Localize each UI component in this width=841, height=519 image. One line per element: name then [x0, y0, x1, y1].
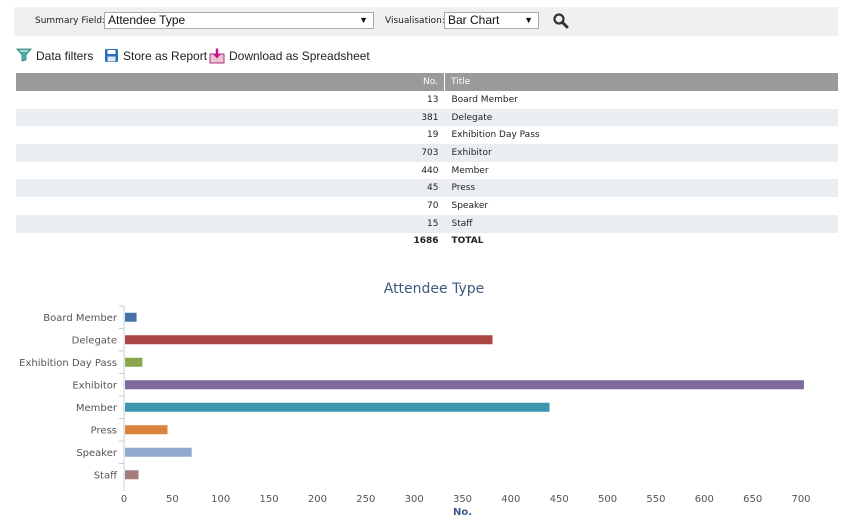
x-tick-label: 50: [166, 494, 179, 505]
total-label: TOTAL: [451, 236, 484, 247]
bar-member: [125, 402, 550, 412]
data-filters-label: Data filters: [36, 49, 94, 63]
x-tick-label: 600: [695, 494, 714, 505]
row-count: 381: [16, 108, 445, 127]
row-title: Exhibitor: [444, 144, 838, 162]
row-count: 19: [427, 130, 439, 141]
row-title: Exhibition Day Pass: [451, 130, 540, 141]
visualisation-value: Bar Chart: [448, 13, 500, 27]
row-count: 703: [16, 144, 445, 162]
bar-speaker: [125, 447, 192, 457]
attendee-type-bar-chart: Attendee Type Board Member Delegate Exhibit…: [19, 281, 810, 518]
chevron-down-icon: ▼: [524, 15, 533, 25]
x-tick-label: 300: [405, 494, 424, 505]
summary-controls-bar: Summary Field: Attendee Type ▼ Visualisa…: [14, 7, 838, 36]
x-tick-label: 350: [453, 494, 472, 505]
chevron-down-icon: ▼: [359, 15, 368, 25]
row-title: Board Member: [451, 94, 518, 105]
table-row: 45 Press: [16, 179, 838, 198]
row-title: Staff: [444, 214, 838, 233]
x-tick-label: 250: [356, 494, 375, 505]
table-total-row: 1686 TOTAL: [16, 233, 838, 251]
search-icon[interactable]: [552, 12, 570, 30]
x-tick-label: 100: [211, 494, 230, 505]
table-row: 13 Board Member: [16, 91, 838, 109]
row-title: Speaker: [451, 200, 489, 211]
y-tick-label: Board Member: [43, 313, 118, 324]
x-tick-label: 550: [646, 494, 665, 505]
row-title: Delegate: [444, 108, 838, 127]
table-row: 381 Delegate: [16, 108, 838, 127]
bar-press: [125, 425, 168, 435]
x-tick-label: 700: [791, 494, 810, 505]
x-tick-label: 0: [121, 494, 127, 505]
x-tick-label: 450: [550, 494, 569, 505]
table-row: 19 Exhibition Day Pass: [16, 126, 838, 144]
summary-field-select[interactable]: Attendee Type ▼: [104, 12, 374, 29]
x-tick-label: 650: [743, 494, 762, 505]
summary-field-label: Summary Field:: [35, 16, 106, 26]
summary-table: No. Title 13 Board Member 381 Delegate 19 E…: [16, 73, 838, 250]
y-tick-label: Speaker: [76, 448, 118, 459]
y-tick-label: Exhibitor: [72, 380, 118, 391]
bar-staff: [125, 470, 139, 480]
download-icon: [209, 48, 225, 64]
row-count: 45: [16, 179, 445, 198]
table-header-row: No. Title: [16, 73, 838, 91]
y-tick-label: Exhibition Day Pass: [19, 358, 117, 369]
row-count: 70: [427, 200, 439, 211]
visualisation-label: Visualisation:: [385, 16, 445, 26]
row-count: 440: [421, 165, 439, 176]
x-tick-label: 500: [598, 494, 617, 505]
table-row: 440 Member: [16, 162, 838, 180]
save-icon: [105, 49, 118, 62]
x-tick-label: 200: [308, 494, 327, 505]
table-row: 703 Exhibitor: [16, 144, 838, 162]
bar-exhibitor: [125, 380, 804, 390]
bar-board-member: [125, 312, 137, 322]
chart-title: Attendee Type: [384, 281, 485, 297]
total-count: 1686: [413, 236, 439, 247]
y-tick-label: Member: [76, 403, 118, 414]
table-row: 15 Staff: [16, 214, 838, 233]
y-tick-label: Staff: [94, 470, 118, 481]
x-axis-label: No.: [453, 507, 472, 518]
visualisation-select[interactable]: Bar Chart ▼: [444, 12, 539, 29]
y-tick-label: Press: [91, 425, 117, 436]
x-tick-label: 400: [501, 494, 520, 505]
bar-exhibition-day-pass: [125, 357, 143, 367]
row-title: Member: [451, 165, 489, 176]
x-tick-label: 150: [260, 494, 279, 505]
download-spreadsheet-label: Download as Spreadsheet: [229, 49, 370, 63]
store-report-label: Store as Report: [123, 49, 208, 63]
row-count: 15: [16, 214, 445, 233]
table-row: 70 Speaker: [16, 197, 838, 215]
column-header-no[interactable]: No.: [16, 73, 445, 91]
row-title: Press: [444, 179, 838, 198]
column-header-title[interactable]: Title: [444, 73, 838, 91]
summary-field-value: Attendee Type: [108, 13, 186, 27]
row-count: 13: [427, 94, 439, 105]
filter-icon: [16, 48, 32, 62]
bar-delegate: [125, 335, 493, 345]
y-tick-label: Delegate: [72, 335, 117, 346]
